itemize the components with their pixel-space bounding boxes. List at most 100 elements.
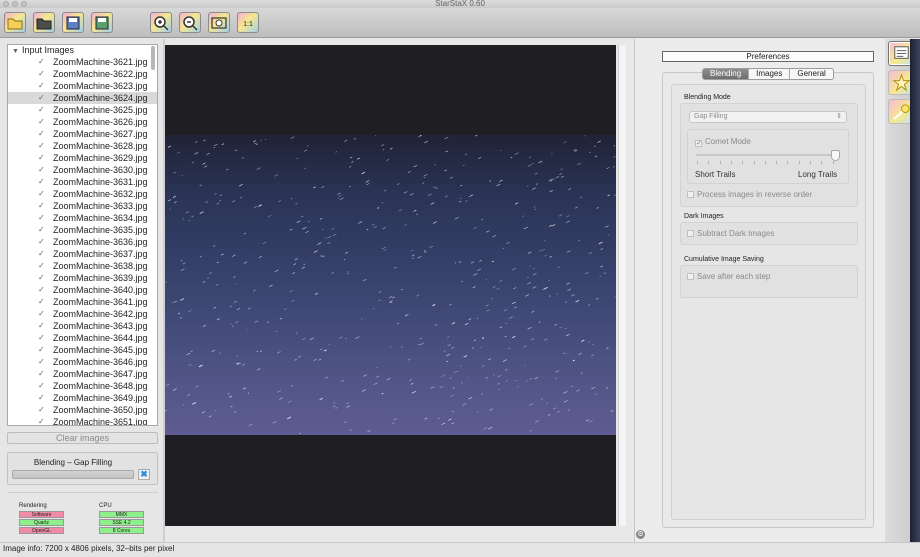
trail-length-slider[interactable] xyxy=(696,154,837,156)
star-trail xyxy=(343,259,346,261)
include-checkbox[interactable]: ✓ xyxy=(38,358,46,366)
list-item[interactable]: ✓ ZoomMachine-3639.jpg xyxy=(8,272,157,284)
list-item[interactable]: ✓ ZoomMachine-3622.jpg xyxy=(8,68,157,80)
list-item[interactable]: ✓ ZoomMachine-3623.jpg xyxy=(8,80,157,92)
gear-icon[interactable]: ⚙ xyxy=(636,530,645,539)
list-item[interactable]: ✓ ZoomMachine-3641.jpg xyxy=(8,296,157,308)
clear-images-button[interactable]: Clear images xyxy=(7,432,158,444)
slider-tick xyxy=(798,161,800,164)
stop-button[interactable]: ✖ xyxy=(138,469,150,480)
include-checkbox[interactable]: ✓ xyxy=(38,58,46,66)
open-dark-images-button[interactable] xyxy=(33,12,55,33)
list-item[interactable]: ✓ ZoomMachine-3638.jpg xyxy=(8,260,157,272)
list-item[interactable]: ✓ ZoomMachine-3650.jpg xyxy=(8,404,157,416)
list-item[interactable]: ✓ ZoomMachine-3637.jpg xyxy=(8,248,157,260)
include-checkbox[interactable]: ✓ xyxy=(38,262,46,270)
list-item[interactable]: ✓ ZoomMachine-3624.jpg xyxy=(8,92,157,104)
zoom-out-button[interactable] xyxy=(179,12,201,33)
include-checkbox[interactable]: ✓ xyxy=(38,214,46,222)
list-item[interactable]: ✓ ZoomMachine-3633.jpg xyxy=(8,200,157,212)
blending-mode-select[interactable]: Gap Filling ⇕ xyxy=(689,111,847,123)
list-item[interactable]: ✓ ZoomMachine-3640.jpg xyxy=(8,284,157,296)
input-images-header[interactable]: ▼ Input Images xyxy=(8,45,157,56)
include-checkbox[interactable]: ✓ xyxy=(38,166,46,174)
star-trail xyxy=(454,262,457,264)
save-after-each-step-checkbox[interactable]: Save after each step xyxy=(687,272,770,281)
include-checkbox[interactable]: ✓ xyxy=(38,70,46,78)
list-item[interactable]: ✓ ZoomMachine-3642.jpg xyxy=(8,308,157,320)
include-checkbox[interactable]: ✓ xyxy=(38,310,46,318)
list-item[interactable]: ✓ ZoomMachine-3630.jpg xyxy=(8,164,157,176)
include-checkbox[interactable]: ✓ xyxy=(38,82,46,90)
list-item[interactable]: ✓ ZoomMachine-3627.jpg xyxy=(8,128,157,140)
include-checkbox[interactable]: ✓ xyxy=(38,334,46,342)
include-checkbox[interactable]: ✓ xyxy=(38,346,46,354)
list-item[interactable]: ✓ ZoomMachine-3625.jpg xyxy=(8,104,157,116)
list-item[interactable]: ✓ ZoomMachine-3645.jpg xyxy=(8,344,157,356)
trail-length-thumb[interactable] xyxy=(831,150,840,161)
tab-blending[interactable]: Blending xyxy=(703,69,750,79)
system-info: Rendering CPU Software Quartz OpenGL MMX SSE… xyxy=(7,492,158,541)
subtract-dark-images-checkbox[interactable]: Subtract Dark Images xyxy=(687,229,774,238)
save-image-button[interactable] xyxy=(62,12,84,33)
star-trail xyxy=(199,211,204,215)
list-item[interactable]: ✓ ZoomMachine-3628.jpg xyxy=(8,140,157,152)
reverse-order-checkbox[interactable]: Process images in reverse order xyxy=(687,190,812,199)
include-checkbox[interactable]: ✓ xyxy=(38,106,46,114)
list-item[interactable]: ✓ ZoomMachine-3631.jpg xyxy=(8,176,157,188)
list-scrollbar[interactable] xyxy=(151,46,155,70)
comet-mode-checkbox[interactable]: ✓ Comet Mode xyxy=(695,137,751,147)
star-trail xyxy=(464,153,468,156)
include-checkbox[interactable]: ✓ xyxy=(38,382,46,390)
list-item[interactable]: ✓ ZoomMachine-3643.jpg xyxy=(8,320,157,332)
list-item[interactable]: ✓ ZoomMachine-3644.jpg xyxy=(8,332,157,344)
list-item[interactable]: ✓ ZoomMachine-3635.jpg xyxy=(8,224,157,236)
include-checkbox[interactable]: ✓ xyxy=(38,154,46,162)
zoom-in-button[interactable] xyxy=(150,12,172,33)
star-trail xyxy=(213,146,216,149)
tab-images[interactable]: Images xyxy=(749,69,791,79)
list-item[interactable]: ✓ ZoomMachine-3634.jpg xyxy=(8,212,157,224)
include-checkbox[interactable]: ✓ xyxy=(38,142,46,150)
include-checkbox[interactable]: ✓ xyxy=(38,394,46,402)
include-checkbox[interactable]: ✓ xyxy=(38,298,46,306)
include-checkbox[interactable]: ✓ xyxy=(38,250,46,258)
zoom-actual-button[interactable]: 1:1 xyxy=(237,12,259,33)
include-checkbox[interactable]: ✓ xyxy=(38,226,46,234)
include-checkbox[interactable]: ✓ xyxy=(38,274,46,282)
include-checkbox[interactable]: ✓ xyxy=(38,202,46,210)
star-trail xyxy=(307,145,309,147)
open-images-button[interactable] xyxy=(4,12,26,33)
zoom-fit-button[interactable] xyxy=(208,12,230,33)
list-item[interactable]: ✓ ZoomMachine-3621.jpg xyxy=(8,56,157,68)
toolbar: 1:1 xyxy=(0,8,920,38)
include-checkbox[interactable]: ✓ xyxy=(38,238,46,246)
star-trail xyxy=(532,273,537,276)
include-checkbox[interactable]: ✓ xyxy=(38,322,46,330)
include-checkbox[interactable]: ✓ xyxy=(38,118,46,126)
star-trail xyxy=(549,189,553,193)
list-item[interactable]: ✓ ZoomMachine-3647.jpg xyxy=(8,368,157,380)
tab-general[interactable]: General xyxy=(790,69,832,79)
list-item[interactable]: ✓ ZoomMachine-3626.jpg xyxy=(8,116,157,128)
input-images-list[interactable]: ▼ Input Images ✓ ZoomMachine-3621.jpg ✓ Zoom… xyxy=(7,44,158,426)
list-item[interactable]: ✓ ZoomMachine-3646.jpg xyxy=(8,356,157,368)
include-checkbox[interactable]: ✓ xyxy=(38,94,46,102)
include-checkbox[interactable]: ✓ xyxy=(38,406,46,414)
list-item[interactable]: ✓ ZoomMachine-3648.jpg xyxy=(8,380,157,392)
save-as-button[interactable] xyxy=(91,12,113,33)
preview-scrollbar[interactable] xyxy=(618,45,626,526)
include-checkbox[interactable]: ✓ xyxy=(38,178,46,186)
include-checkbox[interactable]: ✓ xyxy=(38,418,46,426)
include-checkbox[interactable]: ✓ xyxy=(38,370,46,378)
include-checkbox[interactable]: ✓ xyxy=(38,190,46,198)
list-item[interactable]: ✓ ZoomMachine-3629.jpg xyxy=(8,152,157,164)
list-item[interactable]: ✓ ZoomMachine-3651.jpg xyxy=(8,416,157,426)
list-item[interactable]: ✓ ZoomMachine-3649.jpg xyxy=(8,392,157,404)
list-item[interactable]: ✓ ZoomMachine-3636.jpg xyxy=(8,236,157,248)
include-checkbox[interactable]: ✓ xyxy=(38,130,46,138)
list-item[interactable]: ✓ ZoomMachine-3632.jpg xyxy=(8,188,157,200)
file-name: ZoomMachine-3651.jpg xyxy=(53,417,148,426)
star-trail xyxy=(418,344,420,346)
include-checkbox[interactable]: ✓ xyxy=(38,286,46,294)
